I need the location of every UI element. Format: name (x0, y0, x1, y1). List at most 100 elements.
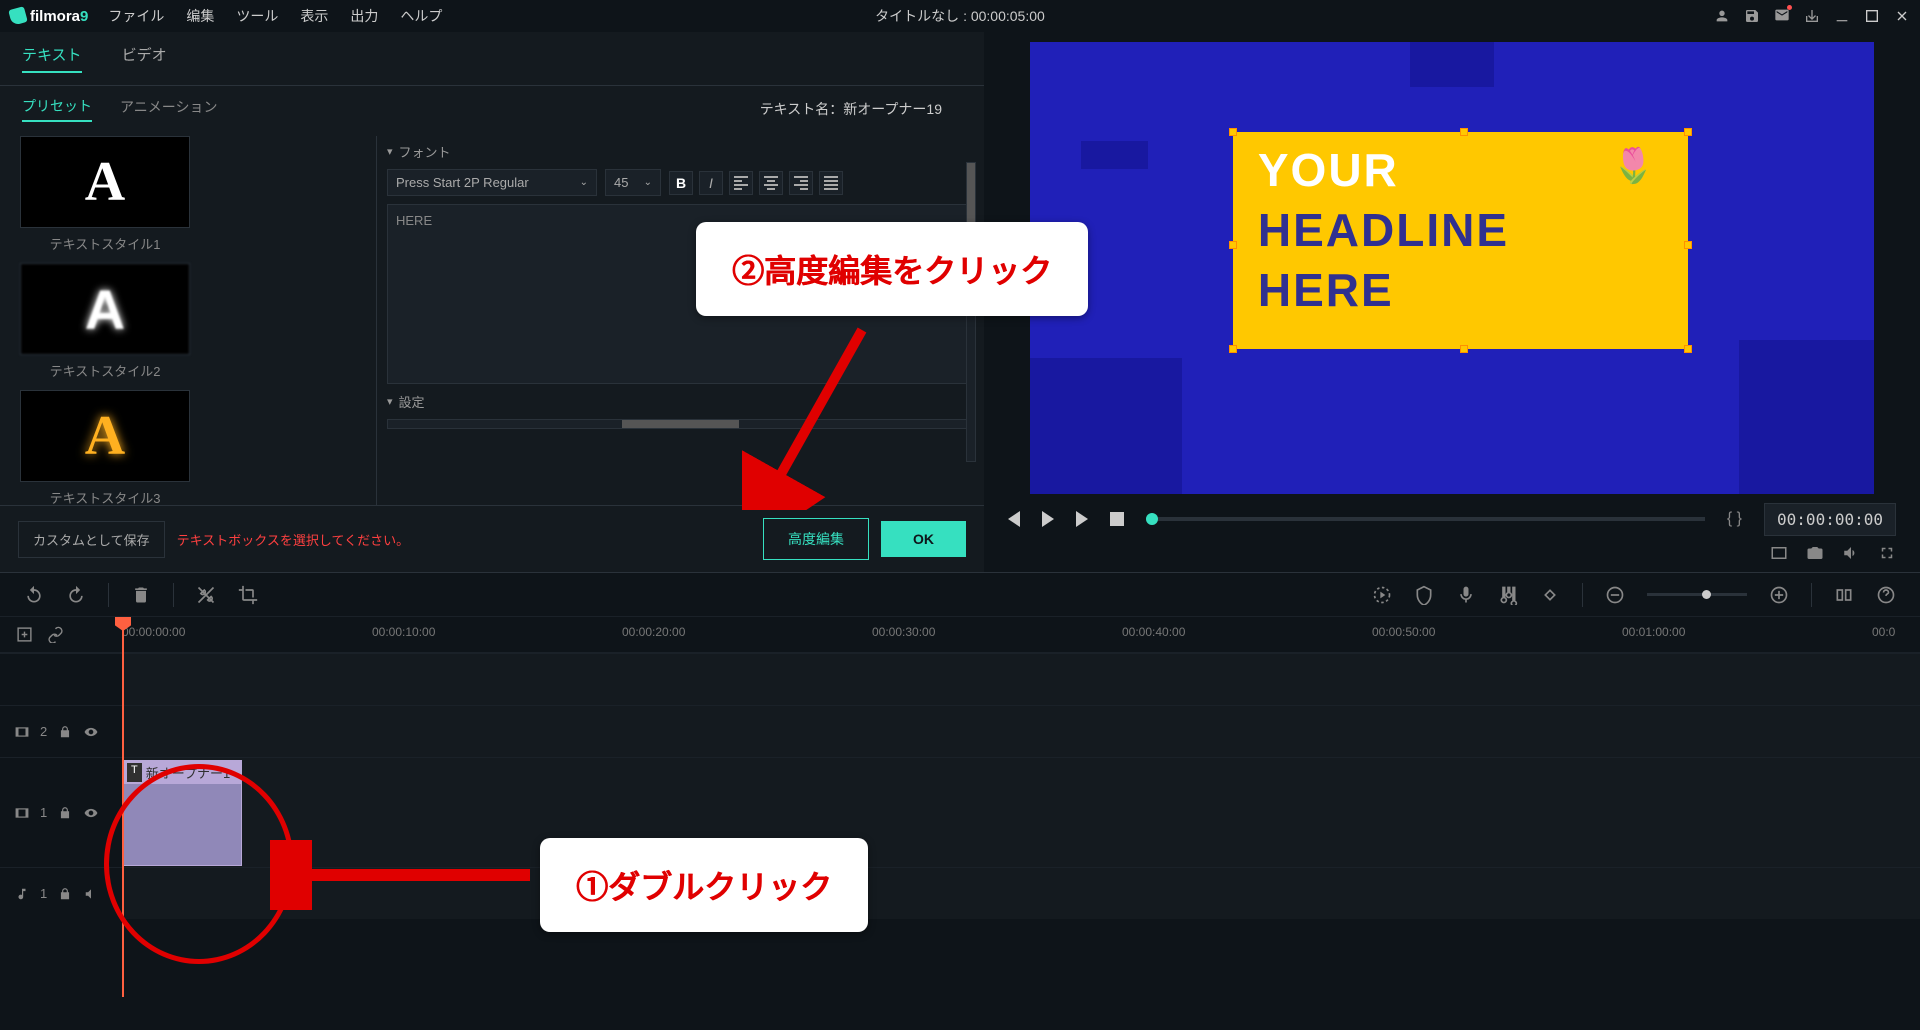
ok-button[interactable]: OK (881, 521, 966, 557)
menu-edit[interactable]: 编集 (186, 6, 214, 26)
maximize-icon[interactable] (1864, 8, 1880, 24)
next-frame-button[interactable] (1042, 511, 1054, 527)
align-left-button[interactable] (729, 171, 753, 195)
voiceover-icon[interactable] (1456, 585, 1476, 605)
stop-button[interactable] (1110, 512, 1124, 526)
ruler-tick: 00:00:30:00 (872, 625, 935, 639)
cut-icon[interactable] (196, 585, 216, 605)
zoom-fit-icon[interactable] (1834, 585, 1854, 605)
fullscreen-icon[interactable] (1878, 544, 1896, 562)
progress-thumb[interactable] (1146, 513, 1158, 525)
align-justify-button[interactable] (819, 171, 843, 195)
audio-track-icon (14, 887, 30, 901)
preset-label: テキストスタイル3 (50, 488, 161, 505)
save-as-custom-button[interactable]: カスタムとして保存 (18, 521, 165, 558)
ruler-tick: 00:00:10:00 (372, 625, 435, 639)
subtab-animation[interactable]: アニメーション (120, 97, 217, 121)
property-subtabs: プリセット アニメーション テキスト名：新オープナー19 (0, 86, 984, 136)
bold-button[interactable]: B (669, 171, 693, 195)
render-preview-icon[interactable] (1372, 585, 1392, 605)
video-track-2: 2 (0, 705, 1920, 757)
tab-text[interactable]: テキスト (22, 44, 82, 73)
account-icon[interactable] (1714, 8, 1730, 24)
redo-icon[interactable] (66, 585, 86, 605)
advanced-edit-button[interactable]: 高度編集 (763, 518, 869, 560)
text-style-presets: Aテキストスタイル1 Aテキストスタイル2 Aテキストスタイル3 Aテキストスタ… (0, 136, 376, 505)
preview-panel: YOUR HEADLINE HERE 🌷 { } 00:00:00:00 (984, 32, 1920, 572)
preset-style-2[interactable]: A テキストスタイル2 (20, 263, 190, 380)
eye-icon[interactable] (83, 725, 99, 739)
timeline-ruler[interactable]: 00:00:00:00 00:00:10:00 00:00:20:00 00:0… (122, 617, 1920, 652)
subtab-preset[interactable]: プリセット (22, 96, 92, 122)
align-center-button[interactable] (759, 171, 783, 195)
mark-range-button[interactable]: { } (1727, 510, 1742, 528)
project-title: タイトルなし : 00:00:05:00 (875, 6, 1045, 26)
add-track-icon[interactable] (16, 626, 33, 643)
video-track-icon (14, 725, 30, 739)
crop-icon[interactable] (238, 585, 258, 605)
link-icon[interactable] (47, 626, 64, 643)
audio-mixer-icon[interactable] (1498, 585, 1518, 605)
menu-help[interactable]: ヘルプ (400, 6, 442, 26)
font-family-select[interactable]: Press Start 2P Regular⌄ (387, 169, 597, 196)
section-settings-toggle[interactable]: 設定 (387, 392, 974, 411)
ruler-tick: 00:01:00:00 (1622, 625, 1685, 639)
spacer-track (0, 653, 1920, 705)
eye-icon[interactable] (83, 806, 99, 820)
app-logo: filmora9 (10, 8, 88, 25)
undo-icon[interactable] (24, 585, 44, 605)
lock-icon[interactable] (57, 887, 73, 901)
annotation-arrow-2 (742, 320, 882, 510)
track-header: 2 (0, 706, 122, 757)
zoom-in-icon[interactable] (1769, 585, 1789, 605)
player-controls: { } 00:00:00:00 (1002, 500, 1902, 538)
help-icon[interactable] (1876, 585, 1896, 605)
align-right-button[interactable] (789, 171, 813, 195)
play-button[interactable] (1076, 511, 1088, 527)
track-body[interactable] (122, 706, 1920, 757)
preset-style-3[interactable]: Aテキストスタイル3 (20, 390, 190, 505)
scrollbar-thumb[interactable] (967, 163, 975, 223)
italic-button[interactable]: I (699, 171, 723, 195)
horizontal-scrollbar[interactable] (387, 419, 974, 429)
menu-tool[interactable]: ツール (236, 6, 278, 26)
minimize-icon[interactable] (1834, 8, 1850, 24)
player-progress[interactable] (1146, 517, 1705, 521)
filmora-logo-icon (8, 6, 28, 26)
mute-icon[interactable] (83, 887, 99, 901)
export-icon[interactable] (1804, 8, 1820, 24)
video-preview[interactable]: YOUR HEADLINE HERE 🌷 (1030, 42, 1874, 494)
zoom-slider[interactable] (1647, 593, 1747, 596)
playhead[interactable] (122, 617, 124, 997)
title-clip[interactable]: T 新オープナー1 (122, 760, 242, 866)
title-bar: filmora9 ファイル 编集 ツール 表示 出力 ヘルプ タイトルなし : … (0, 0, 1920, 32)
keyframe-icon[interactable] (1540, 585, 1560, 605)
menu-view[interactable]: 表示 (300, 6, 328, 26)
preset-label: テキストスタイル2 (50, 361, 161, 380)
preset-thumb: A (20, 263, 190, 355)
marker-icon[interactable] (1414, 585, 1434, 605)
lock-icon[interactable] (57, 725, 73, 739)
lock-icon[interactable] (57, 806, 73, 820)
zoom-out-icon[interactable] (1605, 585, 1625, 605)
section-font-toggle[interactable]: フォント (387, 142, 974, 161)
preset-style-1[interactable]: Aテキストスタイル1 (20, 136, 190, 253)
save-icon[interactable] (1744, 8, 1760, 24)
menu-output[interactable]: 出力 (350, 6, 378, 26)
menu-bar: ファイル 编集 ツール 表示 出力 ヘルプ (108, 6, 442, 26)
tab-video[interactable]: ビデオ (122, 44, 167, 73)
mail-icon[interactable] (1774, 7, 1790, 26)
menu-file[interactable]: ファイル (108, 6, 164, 26)
track-header: 1 (0, 758, 122, 867)
delete-icon[interactable] (131, 585, 151, 605)
annotation-callout-1: ①ダブルクリック (540, 838, 868, 932)
snapshot-icon[interactable] (1806, 544, 1824, 562)
preview-headline-text: YOUR HEADLINE HERE (1258, 141, 1509, 320)
font-size-select[interactable]: 45⌄ (605, 169, 661, 196)
scrollbar-thumb[interactable] (622, 420, 739, 428)
prev-frame-button[interactable] (1008, 511, 1020, 527)
close-icon[interactable] (1894, 8, 1910, 24)
playback-quality-icon[interactable] (1770, 544, 1788, 562)
slider-thumb[interactable] (1702, 590, 1711, 599)
volume-icon[interactable] (1842, 544, 1860, 562)
